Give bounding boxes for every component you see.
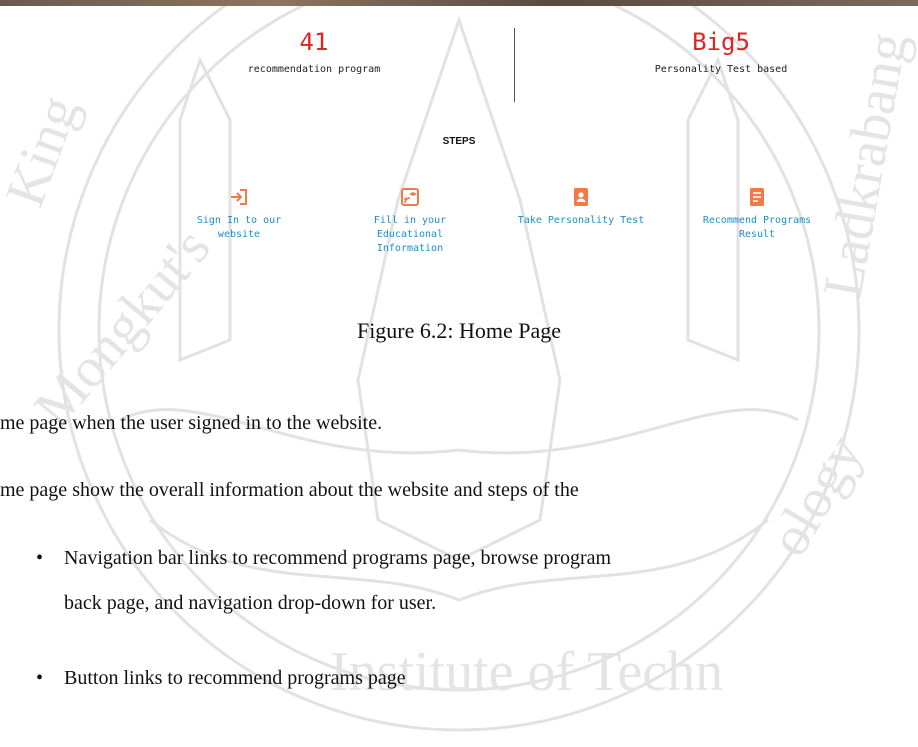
bullet-1-line-2: back page, and navigation drop-down for … [64,592,437,614]
step-personality-line-1: Take Personality Test [517,215,645,226]
stat-programs-value: 41 [299,28,329,56]
step-recommend-result[interactable]: Recommend Programs Result [692,186,822,242]
step-recommend-line-2: Result [738,229,776,240]
stat-personality-label: Personality Test based [654,64,788,75]
stat-personality-value: Big5 [692,28,750,56]
bullet-marker-1: • [36,547,44,569]
steps-heading: STEPS [442,136,476,147]
personality-icon [574,188,588,206]
step-educational-line-1: Fill in your [373,215,447,226]
step-educational-line-2: Educational [376,229,444,240]
paragraph-1: me page when the user signed in to the w… [0,412,383,434]
step-sign-in[interactable]: Sign In to our website [174,186,304,242]
step-sign-in-line-1: Sign In to our [196,215,282,226]
stat-personality: Big5 Personality Test based [621,28,821,75]
step-recommend-line-1: Recommend Programs [702,215,812,226]
bullet-2-line-1: Button links to recommend programs page [64,667,406,689]
paragraph-2: me page show the overall information abo… [0,479,579,501]
step-sign-in-line-2: website [217,229,261,240]
sign-in-icon [231,189,247,205]
stats-divider [514,28,515,102]
stat-programs: 41 recommendation program [214,28,414,75]
step-educational-line-3: Information [376,243,444,254]
stat-programs-label: recommendation program [247,64,381,75]
bullet-marker-2: • [36,667,44,689]
result-list-icon [750,188,764,206]
bullet-1-line-1: Navigation bar links to recommend progra… [64,547,612,569]
home-page-screenshot: 41 recommendation program Big5 Personali… [0,0,918,747]
step-personality-test[interactable]: Take Personality Test [506,186,656,228]
step-educational-info[interactable]: Fill in your Educational Information [345,186,475,256]
figure-caption: Figure 6.2: Home Page [356,318,562,343]
education-icon [401,188,419,206]
